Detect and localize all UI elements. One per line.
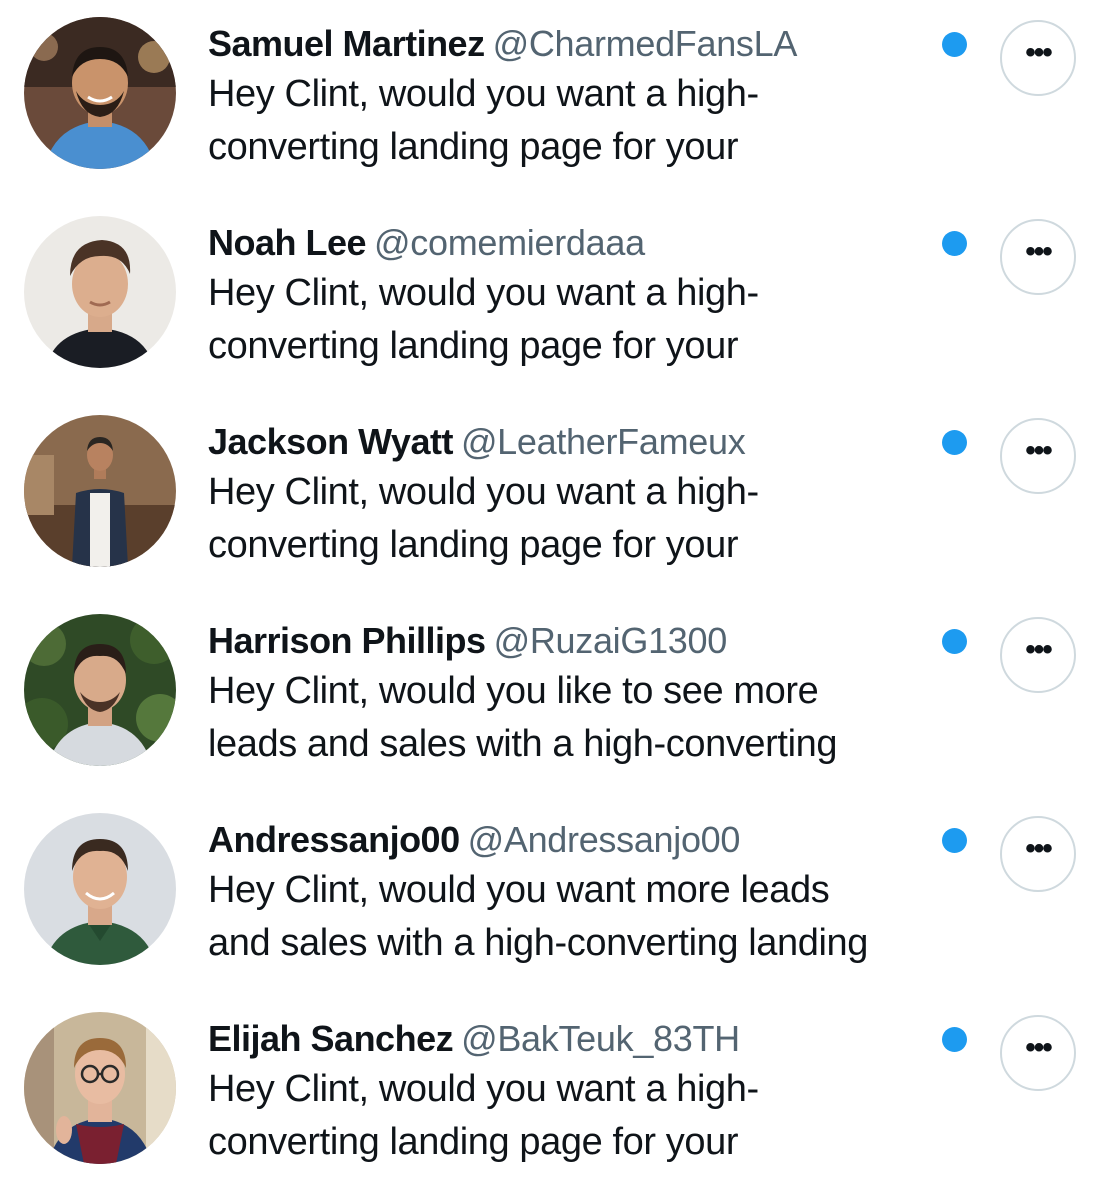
message-preview-line: converting landing page for your: [208, 126, 739, 168]
conversation-item[interactable]: Andressanjo00 @Andressanjo00 Hey Clint, w…: [0, 796, 1097, 994]
sender-name: Jackson Wyatt: [208, 421, 453, 462]
conversation-header: Andressanjo00 @Andressanjo00: [208, 816, 978, 864]
message-preview-line: Hey Clint, would you want a high-: [208, 272, 759, 314]
sender-name: Samuel Martinez: [208, 23, 485, 64]
more-options-button[interactable]: •••: [1000, 816, 1076, 892]
more-horizontal-icon: •••: [1025, 832, 1052, 865]
conversation-item[interactable]: Harrison Phillips @RuzaiG1300 Hey Clint, …: [0, 597, 1097, 795]
sender-handle: @comemierdaaa: [374, 222, 645, 263]
message-preview-line: converting landing page for your: [208, 524, 739, 566]
avatar-photo: [24, 813, 176, 965]
conversation-list: Samuel Martinez @CharmedFansLA Hey Clint,…: [0, 0, 1097, 1200]
more-options-button[interactable]: •••: [1000, 418, 1076, 494]
conversation-header: Noah Lee @comemierdaaa: [208, 219, 978, 267]
sender-handle: @RuzaiG1300: [493, 620, 728, 661]
conversation-item[interactable]: Samuel Martinez @CharmedFansLA Hey Clint,…: [0, 0, 1097, 198]
sender-handle: @Andressanjo00: [467, 819, 741, 860]
sender-name: Noah Lee: [208, 222, 367, 263]
message-preview-line: converting landing page for your: [208, 1121, 739, 1163]
conversation-header: Elijah Sanchez @BakTeuk_83TH: [208, 1015, 978, 1063]
sender-handle: @LeatherFameux: [460, 421, 746, 462]
conversation-text: Jackson Wyatt @LeatherFameux Hey Clint, w…: [208, 418, 978, 572]
message-preview: Hey Clint, would you want a high- conver…: [208, 1063, 978, 1169]
message-preview: Hey Clint, would you like to see more le…: [208, 665, 978, 771]
message-preview: Hey Clint, would you want a high- conver…: [208, 68, 978, 174]
message-preview-line: leads and sales with a high-converting: [208, 723, 838, 765]
avatar-photo: [24, 1012, 176, 1164]
conversation-item[interactable]: Elijah Sanchez @BakTeuk_83TH Hey Clint, w…: [0, 995, 1097, 1193]
more-options-button[interactable]: •••: [1000, 617, 1076, 693]
conversation-header: Samuel Martinez @CharmedFansLA: [208, 20, 978, 68]
avatar-photo: [24, 614, 176, 766]
conversation-text: Harrison Phillips @RuzaiG1300 Hey Clint, …: [208, 617, 978, 771]
more-horizontal-icon: •••: [1025, 36, 1052, 69]
message-preview-line: Hey Clint, would you like to see more: [208, 670, 819, 712]
more-options-button[interactable]: •••: [1000, 20, 1076, 96]
conversation-text: Noah Lee @comemierdaaa Hey Clint, would y…: [208, 219, 978, 373]
sender-handle: @BakTeuk_83TH: [461, 1018, 740, 1059]
avatar-photo: [24, 216, 176, 368]
avatar-photo: [24, 17, 176, 169]
unread-indicator-icon: [942, 828, 967, 853]
avatar[interactable]: [24, 17, 176, 169]
message-preview: Hey Clint, would you want a high- conver…: [208, 466, 978, 572]
message-preview-line: Hey Clint, would you want a high-: [208, 471, 759, 513]
sender-name: Harrison Phillips: [208, 620, 486, 661]
more-horizontal-icon: •••: [1025, 1031, 1052, 1064]
message-preview-line: Hey Clint, would you want a high-: [208, 1068, 759, 1110]
avatar[interactable]: [24, 216, 176, 368]
conversation-text: Elijah Sanchez @BakTeuk_83TH Hey Clint, w…: [208, 1015, 978, 1169]
avatar[interactable]: [24, 1012, 176, 1164]
more-horizontal-icon: •••: [1025, 633, 1052, 666]
conversation-header: Harrison Phillips @RuzaiG1300: [208, 617, 978, 665]
more-horizontal-icon: •••: [1025, 434, 1052, 467]
unread-indicator-icon: [942, 1027, 967, 1052]
message-preview: Hey Clint, would you want a high- conver…: [208, 267, 978, 373]
avatar[interactable]: [24, 415, 176, 567]
message-preview-line: Hey Clint, would you want more leads: [208, 869, 830, 911]
unread-indicator-icon: [942, 231, 967, 256]
message-preview-line: converting landing page for your: [208, 325, 739, 367]
conversation-item[interactable]: Noah Lee @comemierdaaa Hey Clint, would y…: [0, 199, 1097, 397]
sender-handle: @CharmedFansLA: [492, 23, 798, 64]
sender-name: Elijah Sanchez: [208, 1018, 454, 1059]
unread-indicator-icon: [942, 430, 967, 455]
unread-indicator-icon: [942, 32, 967, 57]
conversation-item[interactable]: Jackson Wyatt @LeatherFameux Hey Clint, w…: [0, 398, 1097, 596]
message-preview: Hey Clint, would you want more leads and…: [208, 864, 978, 970]
unread-indicator-icon: [942, 629, 967, 654]
more-options-button[interactable]: •••: [1000, 219, 1076, 295]
avatar[interactable]: [24, 614, 176, 766]
more-horizontal-icon: •••: [1025, 235, 1052, 268]
message-preview-line: Hey Clint, would you want a high-: [208, 73, 759, 115]
message-preview-line: and sales with a high-converting landing: [208, 922, 868, 964]
avatar-photo: [24, 415, 176, 567]
conversation-header: Jackson Wyatt @LeatherFameux: [208, 418, 978, 466]
conversation-text: Andressanjo00 @Andressanjo00 Hey Clint, w…: [208, 816, 978, 970]
sender-name: Andressanjo00: [208, 819, 460, 860]
conversation-text: Samuel Martinez @CharmedFansLA Hey Clint,…: [208, 20, 978, 174]
more-options-button[interactable]: •••: [1000, 1015, 1076, 1091]
avatar[interactable]: [24, 813, 176, 965]
